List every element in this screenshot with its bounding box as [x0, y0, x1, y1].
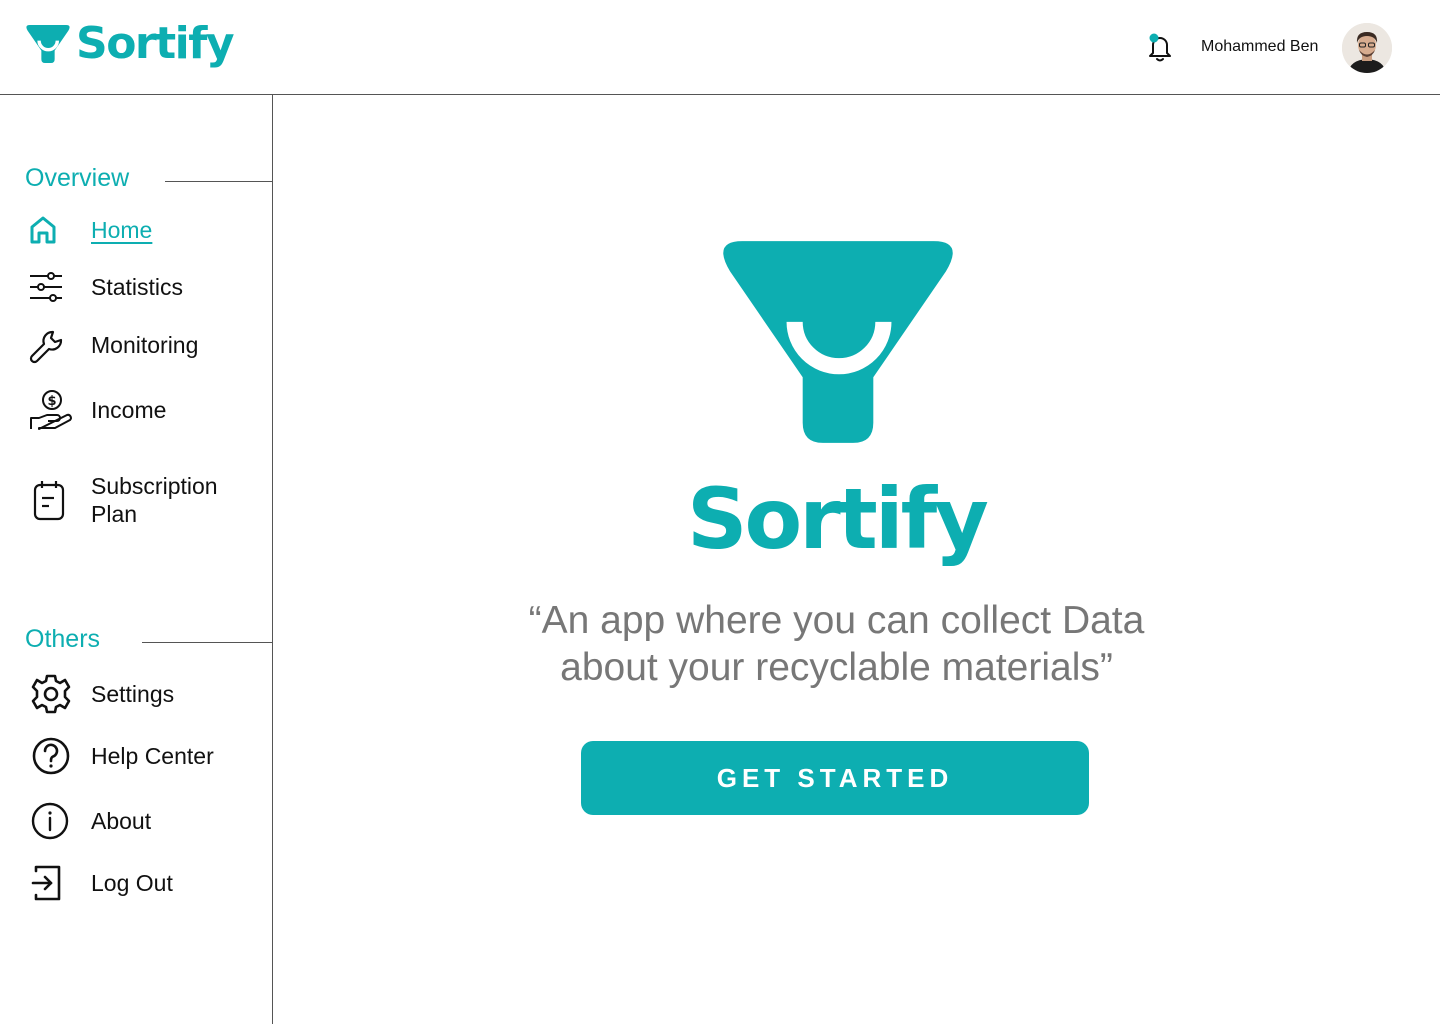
others-heading: Others	[25, 625, 101, 653]
sidebar-item-log-out[interactable]: Log Out	[0, 861, 272, 905]
overview-divider	[165, 181, 272, 182]
avatar[interactable]	[1342, 23, 1392, 73]
home-icon	[21, 208, 65, 252]
sortify-funnel-logo-icon	[26, 25, 70, 63]
sidebar-item-label: Statistics	[91, 274, 184, 300]
sidebar-item-label: Monitoring	[91, 332, 199, 358]
sidebar-item-income[interactable]: $ Income	[0, 385, 272, 435]
sidebar-item-subscription-plan[interactable]: Subscription Plan	[0, 470, 272, 530]
top-header: Sortify Mohammed Ben	[0, 0, 1440, 95]
sidebar: Overview Home Statistics Monitoring $ In…	[0, 95, 273, 1024]
document-calendar-icon	[27, 478, 71, 522]
others-divider	[142, 642, 272, 643]
notification-dot	[1149, 33, 1159, 43]
sidebar-item-statistics[interactable]: Statistics	[0, 265, 272, 309]
gear-icon	[29, 672, 73, 716]
bell-icon[interactable]	[1144, 30, 1176, 64]
sidebar-item-label: Home	[91, 217, 153, 243]
question-circle-icon	[29, 734, 73, 778]
hero-title: Sortify	[687, 470, 989, 568]
sortify-funnel-logo-icon	[723, 241, 953, 443]
tagline: “An app where you can collect Data about…	[273, 597, 1400, 691]
sidebar-item-settings[interactable]: Settings	[0, 672, 272, 716]
tagline-line-1: “An app where you can collect Data	[528, 599, 1145, 642]
info-circle-icon	[28, 799, 72, 843]
logout-icon	[25, 861, 69, 905]
sidebar-item-label: Settings	[91, 681, 175, 707]
user-name[interactable]: Mohammed Ben	[1201, 38, 1318, 56]
svg-text:$: $	[47, 394, 56, 409]
sidebar-item-home[interactable]: Home	[0, 208, 272, 252]
hand-coin-icon: $	[27, 385, 77, 435]
sliders-icon	[24, 265, 68, 309]
sidebar-item-label: Income	[91, 397, 167, 423]
brand-name: Sortify	[76, 18, 235, 69]
avatar-image	[1342, 23, 1392, 73]
overview-heading: Overview	[25, 164, 130, 192]
sidebar-item-monitoring[interactable]: Monitoring	[0, 323, 272, 367]
brand-logo[interactable]: Sortify	[26, 18, 235, 69]
main-content: Sortify “An app where you can collect Da…	[273, 95, 1440, 1024]
sidebar-item-help-center[interactable]: Help Center	[0, 734, 272, 778]
wrench-icon	[24, 323, 68, 367]
sidebar-item-label: Log Out	[91, 870, 173, 896]
sidebar-item-label: Help Center	[91, 743, 214, 769]
sidebar-item-label: Subscription Plan	[91, 473, 218, 527]
sidebar-item-about[interactable]: About	[0, 799, 272, 843]
get-started-button[interactable]: GET STARTED	[581, 741, 1089, 815]
tagline-line-2: about your recyclable materials”	[560, 646, 1113, 689]
sidebar-item-label: About	[91, 808, 152, 834]
